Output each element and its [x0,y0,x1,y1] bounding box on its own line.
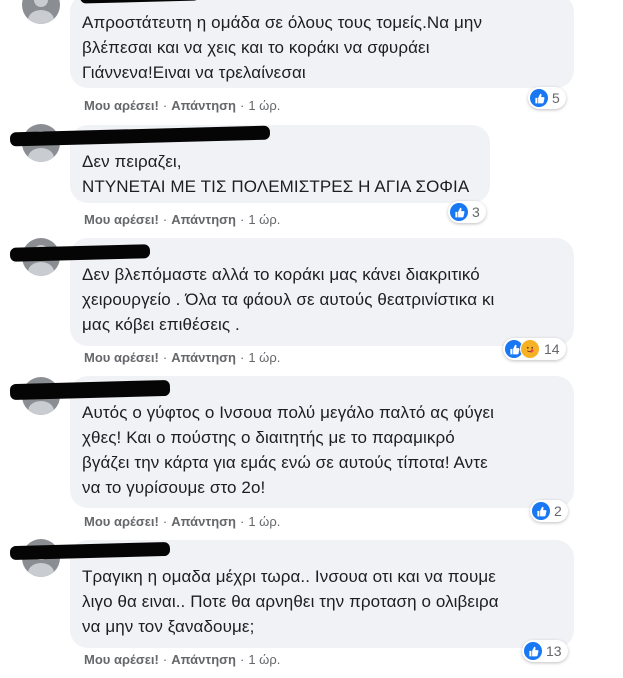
comment-text: Τραγικη η ομαδα μέχρι τωρα.. Ινσουα οτι … [82,567,499,636]
comment-text: Δεν βλεπόμαστε αλλά το κοράκι μας κάνει … [82,265,495,334]
reply-button[interactable]: Απάντηση [171,98,236,113]
like-button[interactable]: Μου αρέσει! [84,212,159,227]
redacted-author-name [79,0,201,4]
comment-actions: Μου αρέσει! · Απάντηση · 1 ώρ. [84,652,281,667]
like-icon [532,502,550,520]
care-icon [520,339,540,359]
reaction-summary[interactable]: 13 [522,640,568,662]
comment-text: Αυτός ο γύφτος ο Ινσουα πολύ μεγάλο παλτ… [82,403,495,497]
reaction-summary[interactable]: 5 [528,87,566,109]
reaction-count: 2 [554,503,562,519]
comment-actions: Μου αρέσει! · Απάντηση · 1 ώρ. [84,212,281,227]
comment-bubble: Απροστάτευτη η ομάδα σε όλους τους τομεί… [70,0,574,88]
comment-actions: Μου αρέσει! · Απάντηση · 1 ώρ. [84,514,281,529]
like-button[interactable]: Μου αρέσει! [84,652,159,667]
reaction-summary[interactable]: 14 [503,338,566,360]
like-button[interactable]: Μου αρέσει! [84,98,159,113]
like-icon [530,89,548,107]
comment-text: Δεν πειραζει, ΝΤΥΝΕΤΑΙ ΜΕ ΤΙΣ ΠΟΛΕΜΙΣΤΡΕ… [82,152,470,196]
reaction-summary[interactable]: 3 [448,201,486,223]
like-button[interactable]: Μου αρέσει! [84,350,159,365]
comment-text: Απροστάτευτη η ομάδα σε όλους τους τομεί… [82,13,483,82]
reaction-count: 3 [472,204,480,220]
avatar[interactable] [22,0,60,24]
comment-bubble: Δεν πειραζει, ΝΤΥΝΕΤΑΙ ΜΕ ΤΙΣ ΠΟΛΕΜΙΣΤΡΕ… [9,125,490,203]
like-button[interactable]: Μου αρέσει! [84,514,159,529]
like-icon [524,642,542,660]
comment-bubble: Τραγικη η ομαδα μέχρι τωρα.. Ινσουα οτι … [9,540,574,648]
reply-button[interactable]: Απάντηση [171,652,236,667]
reply-button[interactable]: Απάντηση [171,514,236,529]
reaction-count: 13 [546,643,562,659]
timestamp[interactable]: 1 ώρ. [248,652,280,667]
timestamp[interactable]: 1 ώρ. [248,350,280,365]
comment-bubble: Αυτός ο γύφτος ο Ινσουα πολύ μεγάλο παλτ… [9,376,574,508]
like-icon [450,203,468,221]
timestamp[interactable]: 1 ώρ. [248,212,280,227]
comment-actions: Μου αρέσει! · Απάντηση · 1 ώρ. [84,98,281,113]
reaction-summary[interactable]: 2 [530,500,568,522]
comment-bubble: Δεν βλεπόμαστε αλλά το κοράκι μας κάνει … [9,238,574,346]
timestamp[interactable]: 1 ώρ. [248,514,280,529]
reaction-count: 14 [544,341,560,357]
reaction-count: 5 [552,90,560,106]
reply-button[interactable]: Απάντηση [171,212,236,227]
comment-actions: Μου αρέσει! · Απάντηση · 1 ώρ. [84,350,281,365]
reply-button[interactable]: Απάντηση [171,350,236,365]
timestamp[interactable]: 1 ώρ. [248,98,280,113]
